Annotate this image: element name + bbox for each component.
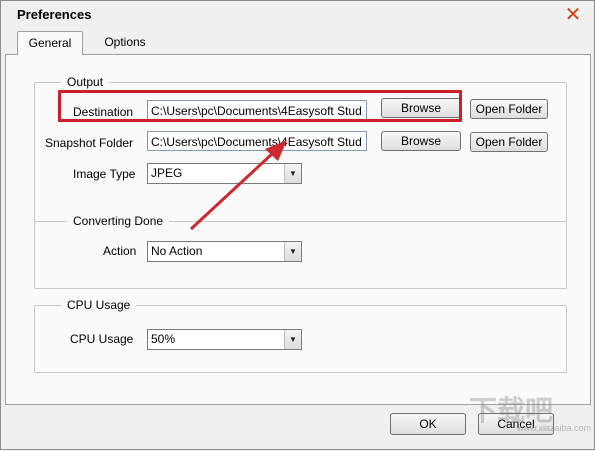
- ok-button[interactable]: OK: [390, 413, 466, 435]
- preferences-window: Preferences ✕ General Options Output Des…: [0, 0, 595, 450]
- watermark-url: www.xiazaiba.com: [517, 423, 592, 433]
- watermark-text: 下载吧: [469, 395, 554, 426]
- watermark-logo: 下载吧 www.xiazaiba.com: [469, 389, 592, 439]
- red-arrow: [189, 140, 287, 231]
- tab-general[interactable]: General: [17, 31, 83, 55]
